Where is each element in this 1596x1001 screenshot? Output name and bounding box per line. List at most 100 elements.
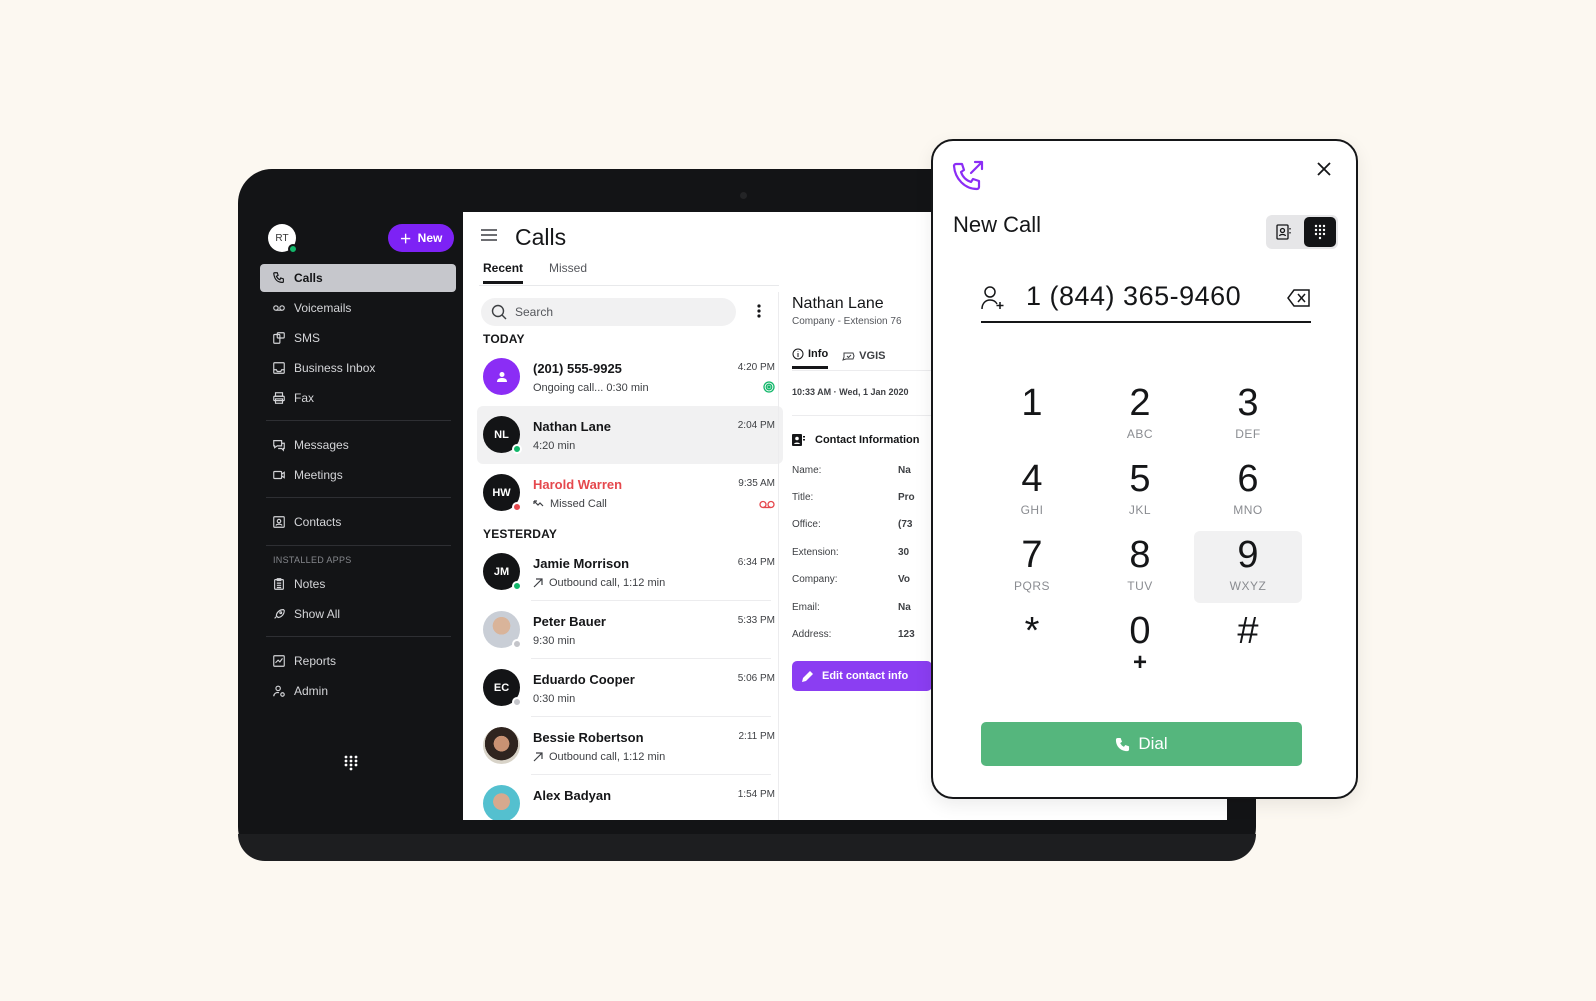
key-6[interactable]: 6 MNO [1194, 457, 1302, 529]
key-5[interactable]: 5 JKL [1086, 457, 1194, 529]
sidebar-item-notes[interactable]: Notes [260, 570, 456, 598]
key-digit: 5 [1129, 458, 1151, 500]
search-input[interactable]: Search [481, 298, 736, 326]
caller-name: (201) 555-9925 [533, 361, 622, 376]
sidebar-item-calls[interactable]: Calls [260, 264, 456, 292]
tab-info-label: Info [808, 348, 829, 360]
call-time: 2:04 PM [737, 420, 775, 431]
key-2[interactable]: 2 ABC [1086, 381, 1194, 453]
dialog-title: New Call [953, 212, 1042, 237]
avatar-photo [483, 727, 520, 764]
vgis-icon [842, 352, 855, 361]
call-row[interactable]: Bessie Robertson Outbound call, 1:12 min… [477, 717, 783, 775]
call-detail-text: Missed Call [550, 498, 607, 510]
dial-button[interactable]: Dial [981, 722, 1302, 766]
tab-recent[interactable]: Recent [483, 261, 524, 284]
user-avatar[interactable]: RT [268, 224, 298, 254]
voicemail-icon[interactable] [759, 496, 775, 514]
outbound-arrow-icon [533, 578, 543, 588]
call-detail-text: 0:30 min [533, 693, 576, 705]
presence-online-dot [512, 581, 522, 591]
presence-online-dot [288, 244, 298, 254]
sidebar-item-admin[interactable]: Admin [260, 677, 456, 705]
edit-contact-button[interactable]: Edit contact info [792, 661, 932, 691]
key-digit: 0 [1129, 610, 1151, 652]
phone-number-input[interactable]: 1 (844) 365-9460 [981, 281, 1311, 323]
group-label-yesterday: YESTERDAY [483, 527, 558, 541]
new-button-label: New [417, 231, 443, 245]
video-icon [273, 470, 285, 480]
sidebar-item-fax[interactable]: Fax [260, 384, 456, 412]
inbox-icon [273, 362, 285, 374]
key-3[interactable]: 3 DEF [1194, 381, 1302, 453]
call-row[interactable]: Alex Badyan 1:54 PM [477, 775, 783, 820]
admin-user-icon [273, 685, 285, 697]
caller-name: Alex Badyan [533, 788, 612, 803]
call-time: 5:06 PM [737, 673, 775, 684]
clipboard-icon [274, 578, 284, 590]
contact-name: Nathan Lane [792, 295, 884, 312]
field-value-title: Pro [898, 492, 915, 503]
key-letters: WXYZ [1229, 579, 1267, 593]
sidebar-item-meetings[interactable]: Meetings [260, 461, 456, 489]
key-letters: PQRS [1013, 579, 1050, 593]
sidebar-item-reports[interactable]: Reports [260, 647, 456, 675]
presence-offline-dot [512, 639, 522, 649]
field-value-email: Na [898, 602, 911, 613]
hamburger-menu-icon[interactable] [481, 228, 497, 247]
more-options-icon[interactable] [757, 304, 761, 323]
chart-icon [273, 655, 285, 667]
group-label-today: TODAY [483, 332, 525, 346]
call-row[interactable]: HW Harold Warren Missed Call 9:35 AM [477, 464, 783, 522]
sidebar-item-messages[interactable]: Messages [260, 431, 456, 459]
pencil-icon [802, 671, 813, 682]
call-row[interactable]: NL Nathan Lane 4:20 min 2:04 PM [477, 406, 783, 464]
user-initials: RT [275, 232, 289, 244]
sidebar-item-voicemails[interactable]: Voicemails [260, 294, 456, 322]
key-0[interactable]: 0 + [1086, 609, 1194, 681]
sidebar-item-sms[interactable]: SMS [260, 324, 456, 352]
call-row[interactable]: Peter Bauer 9:30 min 5:33 PM [477, 601, 783, 659]
close-icon[interactable] [1316, 161, 1332, 182]
key-digit: # [1237, 610, 1259, 652]
key-1[interactable]: 1 [978, 381, 1086, 453]
call-row[interactable]: JM Jamie Morrison Outbound call, 1:12 mi… [477, 543, 783, 601]
field-label-title: Title: [792, 492, 814, 503]
avatar-initials: EC [493, 681, 510, 694]
key-digit: * [1024, 610, 1040, 652]
sidebar-item-contacts[interactable]: Contacts [260, 508, 456, 536]
plus-icon: ＋ [399, 231, 412, 246]
phone-icon [1116, 737, 1130, 751]
keypad-mode-button[interactable] [1304, 217, 1336, 247]
dialpad-icon[interactable] [344, 755, 358, 776]
backspace-icon[interactable] [1287, 289, 1311, 312]
new-button[interactable]: ＋ New [388, 224, 454, 252]
key-hash[interactable]: # [1194, 609, 1302, 681]
call-detail-text: 9:30 min [533, 635, 576, 647]
call-row[interactable]: (201) 555-9925 Ongoing call... 0:30 min … [477, 348, 783, 406]
key-star[interactable]: * [978, 609, 1086, 681]
outbound-arrow-icon [533, 752, 543, 762]
add-contact-icon[interactable] [981, 285, 1005, 316]
contact-subtitle: Company - Extension 76 [792, 316, 902, 327]
info-icon [792, 348, 804, 360]
key-4[interactable]: 4 GHI [978, 457, 1086, 529]
tab-info[interactable]: Info [792, 348, 829, 369]
tab-missed[interactable]: Missed [549, 261, 587, 284]
key-7[interactable]: 7 PQRS [978, 533, 1086, 605]
call-detail: Ongoing call... 0:30 min [533, 382, 649, 394]
call-detail: 9:30 min [533, 635, 575, 647]
key-9[interactable]: 9 WXYZ [1194, 531, 1302, 603]
contacts-mode-button[interactable] [1268, 217, 1300, 247]
key-8[interactable]: 8 TUV [1086, 533, 1194, 605]
sidebar-item-show-all[interactable]: Show All [260, 600, 456, 628]
laptop-chin [238, 834, 1256, 861]
call-row[interactable]: EC Eduardo Cooper 0:30 min 5:06 PM [477, 659, 783, 717]
sidebar: RT ＋ New Calls Voicemails SMS Business I… [238, 212, 463, 820]
sidebar-item-business-inbox[interactable]: Business Inbox [260, 354, 456, 382]
tab-vgis[interactable]: VGIS [842, 348, 885, 369]
key-letters: JKL [1128, 503, 1152, 517]
caller-name: Jamie Morrison [533, 556, 630, 571]
nav-divider [266, 636, 451, 637]
key-plus: + [1132, 649, 1147, 676]
